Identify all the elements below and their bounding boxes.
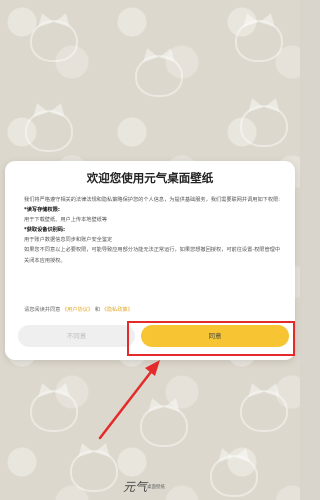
dialog-title: 欢迎您使用元气桌面壁纸 — [86, 171, 214, 185]
consent-prefix: 请您阅读并同意 — [24, 307, 61, 313]
annotation-highlight-box — [127, 321, 295, 356]
cat-icon — [235, 20, 283, 62]
permission-heading-device-id: *获取设备识别码: — [24, 227, 66, 234]
consent-line: 请您阅读并同意 《用户协议》 和 《隐私政策》 — [24, 306, 133, 313]
cat-icon — [30, 390, 78, 432]
cat-icon — [70, 450, 118, 492]
cat-icon — [240, 105, 288, 147]
cat-icon — [30, 20, 78, 62]
notice-text: 如果您不同意以上必要权限，可能导致应用部分功能无法正常运行，如果您想撤回授权，可… — [24, 247, 281, 264]
privacy-policy-link[interactable]: 《隐私政策》 — [102, 307, 133, 313]
cat-icon — [240, 390, 288, 432]
dialog-body: 我们将严格遵守相关的法律法规和隐私策略保护您的个人信息，为提供基础服务，我们需要… — [24, 195, 284, 266]
consent-and: 和 — [94, 307, 100, 313]
intro-text: 我们将严格遵守相关的法律法规和隐私策略保护您的个人信息，为提供基础服务，我们需要… — [24, 197, 280, 203]
brand-logo: 元气 — [123, 480, 148, 494]
permission-text-device-id: 用于账户数据信息同步和账户安全鉴定 — [24, 237, 113, 244]
cat-icon — [140, 405, 188, 447]
brand-logo-subtitle: 桌面壁纸 — [147, 485, 165, 490]
cat-icon — [25, 110, 73, 152]
cat-icon — [210, 455, 258, 497]
permission-text-storage: 用于下载壁纸、用户上传本地壁纸等 — [24, 217, 108, 224]
decline-button[interactable]: 不同意 — [18, 325, 135, 347]
user-agreement-link[interactable]: 《用户协议》 — [62, 307, 93, 313]
permission-heading-storage: *读写存储权限: — [24, 207, 60, 214]
cat-icon — [135, 55, 183, 97]
